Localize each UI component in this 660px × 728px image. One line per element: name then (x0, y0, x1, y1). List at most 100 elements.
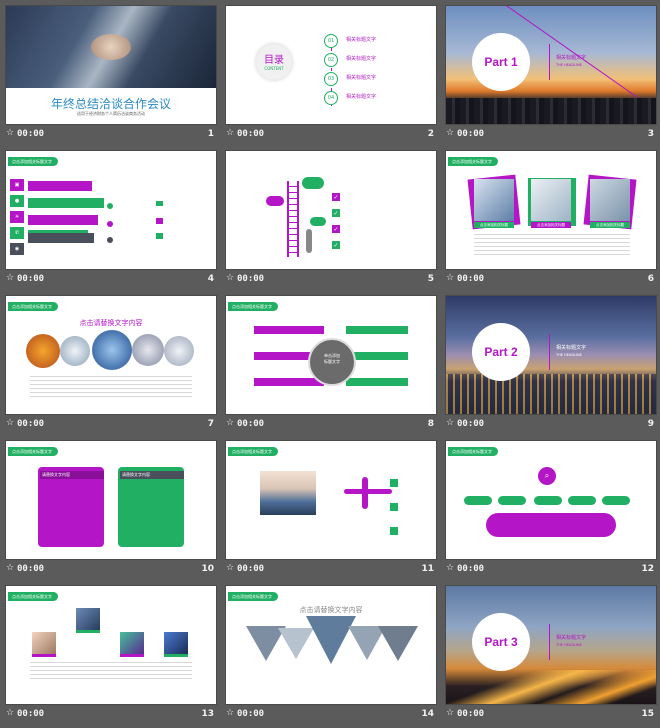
slide-number: 2 (427, 129, 434, 139)
slide-8[interactable]: 点击添加相关标题文字 单击添加 标题文字 (226, 296, 436, 414)
slide-duration: 00:00 (237, 564, 265, 574)
section-title: 相关标题文字 (556, 55, 587, 61)
slide-13[interactable]: 点击添加相关标题文字 (6, 586, 216, 704)
slide-thumbnail-11[interactable]: 点击添加相关标题文字 ☆ 00:00 11 (226, 441, 436, 583)
slide-duration: 00:00 (17, 419, 45, 429)
star-icon[interactable]: ☆ (226, 273, 234, 283)
slide-number: 5 (427, 274, 434, 284)
star-icon[interactable]: ☆ (6, 273, 14, 283)
slide-thumbnail-10[interactable]: 点击添加相关标题文字 请替换文字内容 请替换文字内容 ☆ 00:00 10 (6, 441, 216, 583)
person-figure (306, 229, 312, 253)
slide-duration: 00:00 (457, 419, 485, 429)
star-icon[interactable]: ☆ (226, 128, 234, 138)
arrow-bar (254, 326, 324, 334)
slide-meta: ☆ 00:00 11 (226, 563, 436, 579)
star-icon[interactable]: ☆ (226, 418, 234, 428)
skyline (446, 98, 656, 124)
slide-meta: ☆ 00:00 2 (226, 128, 436, 144)
slide-9[interactable]: Part 2 相关标题文字 THE HEADLINE (446, 296, 656, 414)
slide-11[interactable]: 点击添加相关标题文字 (226, 441, 436, 559)
pin-icon: ● (10, 195, 24, 207)
slide-duration: 00:00 (457, 564, 485, 574)
slide-thumbnail-4[interactable]: 点击添加相关标题文字 ▣ ● ☀ ✆ ◉ ☆ 00:00 4 (6, 151, 216, 293)
body-text (30, 376, 192, 398)
slide-thumbnail-2[interactable]: 目录 CONTENT 01 相关标题文字 02 相关标题文字 03 相关标题文字… (226, 6, 436, 148)
slide-14[interactable]: 点击添加相关标题文字 点击请替换文字内容 (226, 586, 436, 704)
photo-tile (76, 608, 100, 633)
slide-thumbnail-5[interactable]: ✓ ✓ ✓ ✓ ☆ 00:00 5 (226, 151, 436, 293)
star-icon[interactable]: ☆ (226, 708, 234, 718)
square-icon (390, 503, 398, 511)
triangle-photos (246, 616, 418, 664)
slide-7[interactable]: 点击添加相关标题文字 点击请替换文字内容 (6, 296, 216, 414)
section-tag: 点击添加相关标题文字 (8, 447, 58, 456)
star-icon[interactable]: ☆ (446, 418, 454, 428)
star-icon[interactable]: ☆ (446, 128, 454, 138)
slide-duration: 00:00 (237, 419, 265, 429)
business-photo (474, 179, 514, 221)
slide-thumbnail-1[interactable]: 年终总结洽谈合作会议 适用于经济财务个人简历洽谈商务活动 ☆ 00:00 1 (6, 6, 216, 148)
arrow-bar (254, 378, 324, 386)
slide-number: 8 (427, 419, 434, 429)
band-green (28, 198, 104, 208)
divider (549, 44, 550, 80)
star-icon[interactable]: ☆ (446, 563, 454, 573)
star-icon[interactable]: ☆ (6, 418, 14, 428)
slide-15[interactable]: Part 3 相关标题文字 THE HEADLINE (446, 586, 656, 704)
star-icon[interactable]: ☆ (6, 708, 14, 718)
slide-5[interactable]: ✓ ✓ ✓ ✓ (226, 151, 436, 269)
photo-caption: 点击添加相关标题 (590, 222, 630, 228)
slide-thumbnail-6[interactable]: 点击添加相关标题文字 点击添加相关标题 点击添加相关标题 点击添加相关标题 ☆ … (446, 151, 656, 293)
slide-4[interactable]: 点击添加相关标题文字 ▣ ● ☀ ✆ ◉ (6, 151, 216, 269)
photo-tile (32, 632, 56, 657)
star-icon[interactable]: ☆ (6, 563, 14, 573)
star-icon[interactable]: ☆ (226, 563, 234, 573)
slide-title: 年终总结洽谈合作会议 (50, 97, 171, 111)
star-icon[interactable]: ☆ (446, 708, 454, 718)
slide-number: 1 (207, 129, 214, 139)
arrow-bar (346, 326, 408, 334)
band-dark (28, 233, 94, 243)
slide-12[interactable]: 点击添加相关标题文字 ⌕ (446, 441, 656, 559)
toc-item[interactable]: 04 相关标题文字 (324, 91, 376, 105)
slide-meta: ☆ 00:00 5 (226, 273, 436, 289)
slide-subtitle: 适用于经济财务个人简历洽谈商务活动 (77, 111, 145, 116)
slide-duration: 00:00 (17, 129, 45, 139)
photo-caption: 点击添加相关标题 (474, 222, 514, 228)
star-icon[interactable]: ☆ (446, 273, 454, 283)
slide-thumbnail-12[interactable]: 点击添加相关标题文字 ⌕ ☆ 00:00 12 (446, 441, 656, 583)
triangle-photo (306, 616, 356, 664)
team-photo (260, 471, 316, 515)
slide-2[interactable]: 目录 CONTENT 01 相关标题文字 02 相关标题文字 03 相关标题文字… (226, 6, 436, 124)
slide-thumbnail-13[interactable]: 点击添加相关标题文字 ☆ 00:00 13 (6, 586, 216, 728)
part-title: Part 3 (472, 613, 530, 671)
toc-item[interactable]: 01 相关标题文字 (324, 34, 376, 48)
cloud-icon (302, 177, 324, 189)
slide-thumbnail-3[interactable]: Part 1 相关标题文字 THE HEADLINE ☆ 00:00 3 (446, 6, 656, 148)
slide-10[interactable]: 点击添加相关标题文字 请替换文字内容 请替换文字内容 (6, 441, 216, 559)
part-title: Part 2 (472, 323, 530, 381)
toc-item[interactable]: 03 相关标题文字 (324, 72, 376, 86)
section-tag: 点击添加相关标题文字 (8, 592, 58, 601)
slide-1[interactable]: 年终总结洽谈合作会议 适用于经济财务个人简历洽谈商务活动 (6, 6, 216, 124)
dot-icon (107, 203, 113, 209)
slide-6[interactable]: 点击添加相关标题文字 点击添加相关标题 点击添加相关标题 点击添加相关标题 (446, 151, 656, 269)
slide-thumbnail-15[interactable]: Part 3 相关标题文字 THE HEADLINE ☆ 00:00 15 (446, 586, 656, 728)
section-tag: 点击添加相关标题文字 (8, 157, 58, 166)
section-sub: THE HEADLINE (556, 643, 582, 647)
section-title: 相关标题文字 (556, 345, 587, 351)
body-text (30, 662, 192, 680)
slide-meta: ☆ 00:00 7 (6, 418, 216, 434)
slide-thumbnail-7[interactable]: 点击添加相关标题文字 点击请替换文字内容 ☆ 00:00 7 (6, 296, 216, 438)
slide-number: 11 (421, 564, 434, 574)
slide-thumbnail-9[interactable]: Part 2 相关标题文字 THE HEADLINE ☆ 00:00 9 (446, 296, 656, 438)
chart-icon (156, 233, 163, 239)
slide-meta: ☆ 00:00 8 (226, 418, 436, 434)
star-icon[interactable]: ☆ (6, 128, 14, 138)
slide-number: 15 (641, 709, 654, 719)
slide-3[interactable]: Part 1 相关标题文字 THE HEADLINE (446, 6, 656, 124)
content-box (38, 467, 104, 547)
slide-thumbnail-14[interactable]: 点击添加相关标题文字 点击请替换文字内容 ☆ 00:00 14 (226, 586, 436, 728)
slide-thumbnail-8[interactable]: 点击添加相关标题文字 单击添加 标题文字 ☆ 00:00 8 (226, 296, 436, 438)
toc-item[interactable]: 02 相关标题文字 (324, 53, 376, 67)
